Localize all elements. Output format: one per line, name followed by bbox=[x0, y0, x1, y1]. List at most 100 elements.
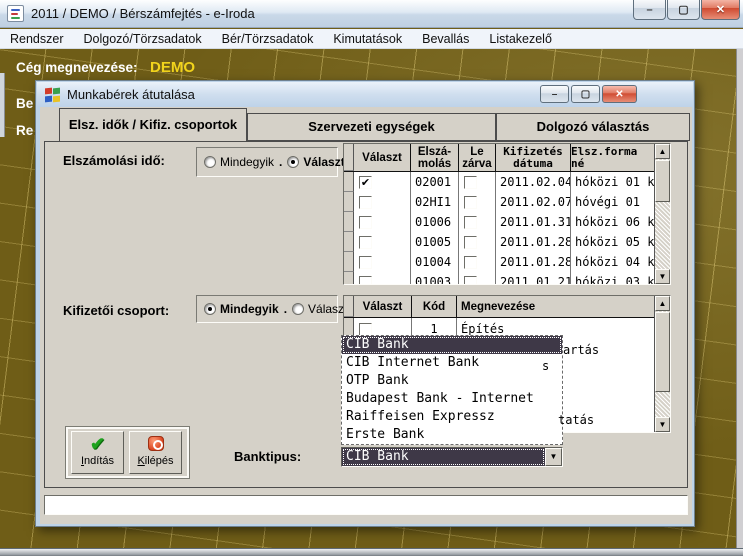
window-frame-edge bbox=[736, 49, 743, 548]
close-button[interactable]: ✕ bbox=[701, 0, 740, 20]
scroll-down-icon[interactable]: ▼ bbox=[655, 417, 670, 432]
menu-listakezelo[interactable]: Listakezelő bbox=[479, 29, 562, 49]
company-value: DEMO bbox=[150, 59, 195, 76]
tab-dolgozo-valasztas[interactable]: Dolgozó választás bbox=[496, 113, 690, 141]
hidden-row-fragment: artás bbox=[563, 343, 599, 357]
row-checkbox[interactable] bbox=[359, 196, 372, 209]
hidden-row-fragment: tatás bbox=[558, 413, 594, 427]
radio-icon bbox=[292, 303, 304, 315]
col-elszamolas: Elszá- molás bbox=[411, 144, 459, 171]
dropdown-item-otp-bank[interactable]: OTP Bank bbox=[342, 372, 562, 390]
radio-mindegyik[interactable]: Mindegyik bbox=[204, 302, 279, 316]
clipped-text-fragment: Re bbox=[16, 123, 33, 138]
col-elsz-forma: Elsz.forma né bbox=[571, 144, 656, 171]
banktipus-label: Banktipus: bbox=[234, 449, 301, 464]
company-label: Cég megnevezése: bbox=[16, 60, 138, 75]
combobox-arrow-icon[interactable]: ▼ bbox=[545, 448, 562, 466]
app-icon bbox=[7, 5, 24, 22]
row-checkbox[interactable]: ✔ bbox=[359, 176, 372, 189]
kilepes-button[interactable]: Kilépés bbox=[129, 431, 182, 474]
group-table-header: Választ Kód Megnevezése bbox=[344, 296, 654, 318]
closed-checkbox[interactable] bbox=[464, 236, 477, 249]
dialog-close-button[interactable]: ✕ bbox=[602, 85, 637, 103]
dialog-maximize-button[interactable]: ▢ bbox=[571, 85, 600, 103]
clipped-text-fragment: Be bbox=[16, 96, 33, 111]
table-row[interactable]: 01006 2011.01.31 hóközi 06 kor bbox=[344, 212, 654, 232]
tab-szervezeti-egysegek[interactable]: Szervezeti egységek bbox=[247, 113, 496, 141]
table-row[interactable]: 02HI1 2011.02.07 hóvégi 01 bbox=[344, 192, 654, 212]
radio-icon bbox=[204, 303, 216, 315]
menu-ber-torzsadatok[interactable]: Bér/Törzsadatok bbox=[212, 29, 324, 49]
elszamolasi-ido-label: Elszámolási idő: bbox=[63, 153, 165, 168]
main-titlebar: 2011 / DEMO / Bérszámfejtés - e-Iroda – … bbox=[0, 0, 743, 28]
munkaberek-atutalasa-dialog: Munkabérek átutalása – ▢ ✕ Elsz. idők / … bbox=[35, 80, 695, 527]
row-checkbox[interactable] bbox=[359, 216, 372, 229]
window-frame-edge bbox=[0, 73, 5, 137]
check-icon: ✔ bbox=[90, 434, 105, 454]
scroll-down-icon[interactable]: ▼ bbox=[655, 269, 670, 284]
table-row[interactable]: 01005 2011.01.28 hóközi 05 kor bbox=[344, 232, 654, 252]
dropdown-item-raiffeisen-expressz[interactable]: Raiffeisen Expressz bbox=[342, 408, 562, 426]
dropdown-item-cib-internet-bank[interactable]: CIB Internet Bank bbox=[342, 354, 562, 372]
row-checkbox[interactable] bbox=[359, 323, 372, 336]
dialog-title: Munkabérek átutalása bbox=[67, 82, 195, 107]
dialog-body: Elsz. idők / Kifiz. csoportok Szervezeti… bbox=[40, 107, 692, 524]
col-lezarva: Le zárva bbox=[459, 144, 496, 171]
menu-kimutatasok[interactable]: Kimutatások bbox=[323, 29, 412, 49]
dialog-titlebar[interactable]: Munkabérek átutalása – ▢ ✕ bbox=[37, 82, 693, 107]
inditas-button[interactable]: ✔ Indítás bbox=[71, 431, 124, 474]
radio-icon bbox=[204, 156, 216, 168]
menu-bevallas[interactable]: Bevallás bbox=[412, 29, 479, 49]
banktipus-combobox[interactable]: CIB Bank ▼ bbox=[341, 447, 563, 467]
scroll-up-icon[interactable]: ▲ bbox=[655, 296, 670, 311]
period-table-scrollbar[interactable]: ▲ ▼ bbox=[654, 144, 670, 284]
window-frame-bottom bbox=[0, 548, 743, 556]
closed-checkbox[interactable] bbox=[464, 196, 477, 209]
radio-icon bbox=[287, 156, 299, 168]
desktop-client-area: Cég megnevezése: DEMO Be Re Munkabérek á… bbox=[0, 49, 743, 548]
table-row[interactable]: 01003 2011.01.21 hóközi 03 kor bbox=[344, 272, 654, 285]
scrollbar-thumb[interactable] bbox=[655, 160, 670, 202]
table-row[interactable]: 01004 2011.01.28 hóközi 04 kor bbox=[344, 252, 654, 272]
col-valaszt: Választ bbox=[354, 144, 411, 171]
table-row[interactable]: ✔ 02001 2011.02.04 hóközi 01 kor bbox=[344, 172, 654, 192]
elszamolasi-ido-radiogroup: Mindegyik . Választott bbox=[196, 147, 338, 177]
windows-flag-icon bbox=[45, 87, 61, 103]
main-window-title: 2011 / DEMO / Bérszámfejtés - e-Iroda bbox=[31, 0, 255, 28]
hidden-row-fragment: s bbox=[542, 359, 549, 373]
closed-checkbox[interactable] bbox=[464, 216, 477, 229]
radio-mindegyik[interactable]: Mindegyik bbox=[204, 155, 274, 169]
kifizetoi-csoport-radiogroup: Mindegyik . Választott bbox=[196, 295, 338, 323]
col-megnevezese: Megnevezése bbox=[457, 296, 656, 317]
stop-icon bbox=[148, 436, 164, 451]
scroll-up-icon[interactable]: ▲ bbox=[655, 144, 670, 159]
menubar: Rendszer Dolgozó/Törzsadatok Bér/Törzsad… bbox=[0, 29, 743, 49]
closed-checkbox[interactable] bbox=[464, 176, 477, 189]
menu-dolgozo-torzsadatok[interactable]: Dolgozó/Törzsadatok bbox=[74, 29, 212, 49]
row-checkbox[interactable] bbox=[359, 236, 372, 249]
dropdown-item-budapest-bank-internet[interactable]: Budapest Bank - Internet bbox=[342, 390, 562, 408]
menu-rendszer[interactable]: Rendszer bbox=[0, 29, 74, 49]
closed-checkbox[interactable] bbox=[464, 276, 477, 286]
tabstrip: Elsz. idők / Kifiz. csoportok Szervezeti… bbox=[40, 107, 692, 141]
kifizetoi-csoport-label: Kifizetői csoport: bbox=[63, 303, 169, 318]
maximize-button[interactable]: ▢ bbox=[667, 0, 700, 20]
dropdown-item-erste-bank[interactable]: Erste Bank bbox=[342, 426, 562, 444]
period-table-header: Választ Elszá- molás Le zárva Kifizetés bbox=[344, 144, 654, 172]
combobox-value[interactable]: CIB Bank bbox=[342, 448, 545, 466]
radio-separator: . bbox=[279, 155, 282, 169]
screen: 2011 / DEMO / Bérszámfejtés - e-Iroda – … bbox=[0, 0, 743, 556]
action-buttons-box: ✔ Indítás Kilépés bbox=[66, 427, 189, 478]
scrollbar-thumb[interactable] bbox=[655, 312, 670, 392]
period-table: Választ Elszá- molás Le zárva Kifizetés bbox=[343, 143, 671, 285]
row-checkbox[interactable] bbox=[359, 276, 372, 286]
closed-checkbox[interactable] bbox=[464, 256, 477, 269]
dropdown-item-cib-bank[interactable]: CIB Bank bbox=[342, 336, 562, 354]
radio-separator: . bbox=[284, 302, 287, 316]
tab-elsz-idok-kifiz-csoportok[interactable]: Elsz. idők / Kifiz. csoportok bbox=[59, 108, 247, 141]
row-checkbox[interactable] bbox=[359, 256, 372, 269]
dialog-minimize-button[interactable]: – bbox=[540, 85, 569, 103]
minimize-button[interactable]: – bbox=[633, 0, 666, 20]
status-field bbox=[44, 495, 688, 515]
group-table-scrollbar[interactable]: ▲ ▼ bbox=[654, 296, 670, 432]
